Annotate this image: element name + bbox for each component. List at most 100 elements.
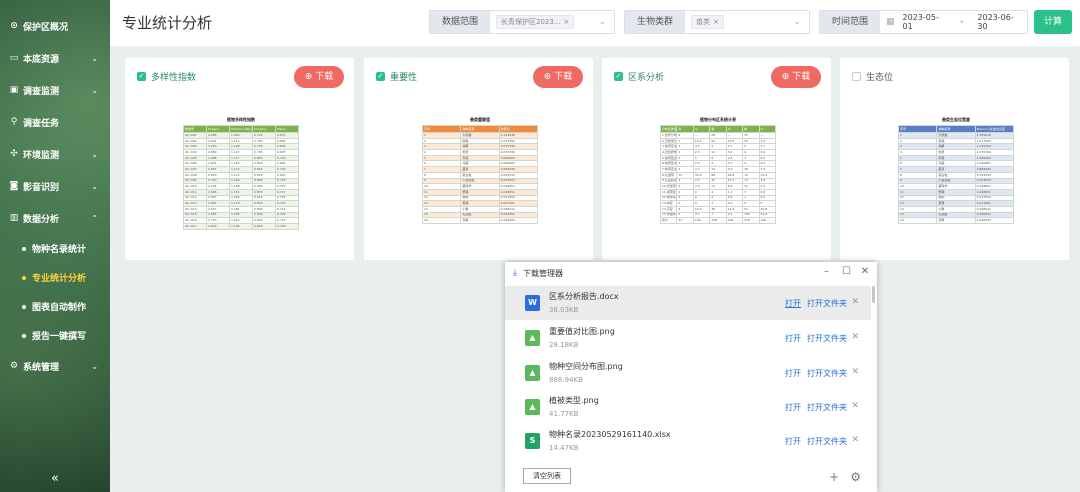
page-title: 专业统计分析	[122, 14, 213, 32]
remove-item-icon[interactable]: ✕	[851, 367, 859, 377]
open-link[interactable]: 打开	[785, 333, 801, 344]
chevron-down-icon[interactable]: ⌄	[793, 17, 801, 27]
sidebar-item-label: 保护区概况	[23, 22, 69, 33]
table-header-row: 序号 物种名称 Shannon生态位宽度	[898, 125, 1014, 133]
table-header-cell: Shannon生态位宽度	[974, 125, 1014, 133]
chart-icon: ▥	[9, 213, 19, 223]
bio-group-select[interactable]: 生物类群 兽类 × ⌄	[624, 10, 810, 34]
time-range-picker[interactable]: 时间范围 ▦ 2023-05-01 - 2023-06-30	[819, 10, 1028, 34]
table-thumbnail[interactable]: 兽类生态位宽度 序号 物种名称 Shannon生态位宽度 1 大熊猫 2.155618 2 猕…	[898, 114, 1014, 256]
mini-table: 序号 物种名称 Shannon生态位宽度 1 大熊猫 2.155618 2 猕猴 1.07795…	[898, 125, 1014, 224]
image-file-icon: ▲	[525, 399, 540, 415]
download-icon: ⤓	[513, 268, 517, 278]
table-row: 合计 52 100 338 100 479 100	[660, 217, 776, 224]
download-button[interactable]: ⊕ 下载	[533, 66, 583, 88]
download-item[interactable]: W 区系分析报告.docx 38.03KB 打开 打开文件夹 ✕	[505, 286, 871, 320]
sidebar-item-media-recognition[interactable]: ◙ 影音识别 ⌄	[0, 170, 110, 202]
download-icon: ⊕	[543, 72, 555, 82]
table-thumbnail[interactable]: 植物多样性指数 样地号ShapiroShannon-WienerSimpsonP…	[183, 114, 299, 256]
file-name: 物种空间分布图.png	[549, 362, 623, 371]
sidebar-item-label: 系统管理	[23, 362, 60, 373]
tag-close-icon[interactable]: ×	[564, 18, 570, 26]
checkbox-unchecked-icon[interactable]	[852, 72, 861, 81]
sidebar-item-data-analysis[interactable]: ▥ 数据分析 ⌃	[0, 202, 110, 234]
file-size: 14.47KB	[549, 444, 579, 452]
open-folder-link[interactable]: 打开文件夹	[807, 436, 847, 447]
file-name: 植被类型.png	[549, 396, 599, 405]
end-date[interactable]: 2023-06-30	[977, 13, 1021, 31]
open-link[interactable]: 打开	[785, 402, 801, 413]
remove-item-icon[interactable]: ✕	[851, 332, 859, 342]
mini-table: 样地号ShapiroShannon-WienerSimpsonPielou Qlc…	[183, 125, 299, 230]
table-header-cell: 序号	[422, 125, 462, 133]
download-button[interactable]: ⊕ 下载	[294, 66, 344, 88]
download-label: 下载	[554, 72, 573, 82]
settings-icon[interactable]: ⚙	[850, 470, 861, 484]
open-link[interactable]: 打开	[785, 298, 801, 309]
open-folder-link[interactable]: 打开文件夹	[807, 368, 847, 379]
sidebar-item-survey-tasks[interactable]: ⚲ 调查任务	[0, 106, 110, 138]
data-range-tag: 长青保护区2023... ×	[496, 15, 575, 29]
sidebar-item-environment[interactable]: ✣ 环境监测 ⌄	[0, 138, 110, 170]
chevron-up-icon: ⌃	[91, 213, 98, 223]
checkbox-checked-icon[interactable]: ✓	[376, 72, 385, 81]
table-header-cell: %	[725, 125, 744, 133]
clear-list-button[interactable]: 清空列表	[523, 468, 571, 484]
download-item[interactable]: ▲ 物种空间分布图.png 886.94KB 打开 打开文件夹 ✕	[505, 356, 871, 390]
sidebar-item-overview[interactable]: ⊙ 保护区概况	[0, 10, 110, 42]
calculate-button[interactable]: 计算	[1034, 10, 1072, 34]
sidebar-item-survey-monitoring[interactable]: ▣ 调查监测 ⌄	[0, 74, 110, 106]
table-cell: 479	[742, 217, 760, 224]
table-row: Qlc-017 2.830 1.196 0.818 0.720	[183, 223, 299, 230]
sidebar-item-label: 环境监测	[23, 150, 60, 161]
download-item[interactable]: S 物种名录20230529161140.xlsx 14.47KB 打开 打开文…	[505, 424, 871, 458]
card-header[interactable]: ✓ 区系分析	[614, 70, 664, 83]
checkbox-checked-icon[interactable]: ✓	[137, 72, 146, 81]
open-folder-link[interactable]: 打开文件夹	[807, 298, 847, 309]
remove-item-icon[interactable]: ✕	[851, 297, 859, 307]
bullet-icon	[22, 333, 26, 338]
header-bar: 专业统计分析 数据范围 长青保护区2023... × ⌄ 生物类群 兽类 × ⌄ 时…	[110, 0, 1080, 46]
close-icon[interactable]: ✕	[861, 266, 869, 277]
remove-item-icon[interactable]: ✕	[851, 435, 859, 445]
open-folder-link[interactable]: 打开文件夹	[807, 333, 847, 344]
table-header-cell: 属	[709, 125, 727, 133]
bio-group-label: 生物类群	[625, 11, 686, 33]
open-folder-link[interactable]: 打开文件夹	[807, 402, 847, 413]
remove-item-icon[interactable]: ✕	[851, 401, 859, 411]
collapse-sidebar-icon[interactable]: «	[0, 471, 110, 486]
card-title: 生态位	[866, 73, 894, 83]
sidebar-item-label: 调查任务	[23, 118, 60, 129]
time-range-body[interactable]: ▦ 2023-05-01 - 2023-06-30	[880, 11, 1027, 33]
table-thumbnail[interactable]: 植物分布区系统计表 分布区类型科% 属% 种% 1.世界分布 9—28—15—2.泛热带…	[660, 114, 776, 256]
checkbox-checked-icon[interactable]: ✓	[614, 72, 623, 81]
open-link[interactable]: 打开	[785, 368, 801, 379]
tag-close-icon[interactable]: ×	[713, 18, 719, 26]
download-item[interactable]: ▲ 植被类型.png 41.77KB 打开 打开文件夹 ✕	[505, 390, 871, 424]
sidebar-subitem-auto-charts[interactable]: 图表自动制作	[0, 292, 110, 321]
maximize-icon[interactable]: ☐	[842, 266, 851, 277]
word-file-icon: W	[525, 295, 540, 311]
open-link[interactable]: 打开	[785, 436, 801, 447]
download-item[interactable]: ▲ 重要值对比图.png 28.18KB 打开 打开文件夹 ✕	[505, 321, 871, 355]
bio-group-body[interactable]: 兽类 × ⌄	[685, 11, 809, 33]
data-range-body[interactable]: 长青保护区2023... × ⌄	[490, 11, 614, 33]
scrollbar[interactable]	[872, 286, 875, 303]
sidebar-subitem-species-list[interactable]: 物种名录统计	[0, 234, 110, 263]
card-header[interactable]: ✓ 多样性指数	[137, 70, 196, 83]
start-date[interactable]: 2023-05-01	[903, 13, 947, 31]
sidebar-subitem-professional-stats[interactable]: 专业统计分析	[0, 263, 110, 292]
sidebar-item-system-management[interactable]: ⚙ 系统管理 ⌄	[0, 350, 110, 382]
sidebar-subitem-report-writing[interactable]: 报告一键撰写	[0, 321, 110, 350]
card-header[interactable]: 生态位	[852, 70, 893, 83]
minimize-icon[interactable]: –	[824, 266, 829, 277]
data-range-select[interactable]: 数据范围 长青保护区2023... × ⌄	[429, 10, 615, 34]
table-thumbnail[interactable]: 兽类重要值 序号 物种名称 重要值 1 大熊猫 0.123638 2 猕猴 0.077950 3 林…	[422, 114, 538, 256]
sidebar-item-background-resources[interactable]: ▭ 本底资源 ⌄	[0, 42, 110, 74]
chevron-down-icon[interactable]: ⌄	[598, 17, 606, 27]
table-cell: 52	[676, 217, 694, 224]
add-icon[interactable]: +	[829, 470, 839, 484]
card-header[interactable]: ✓ 重要性	[376, 70, 417, 83]
table-cell: 1.196	[229, 223, 253, 230]
download-button[interactable]: ⊕ 下载	[771, 66, 821, 88]
